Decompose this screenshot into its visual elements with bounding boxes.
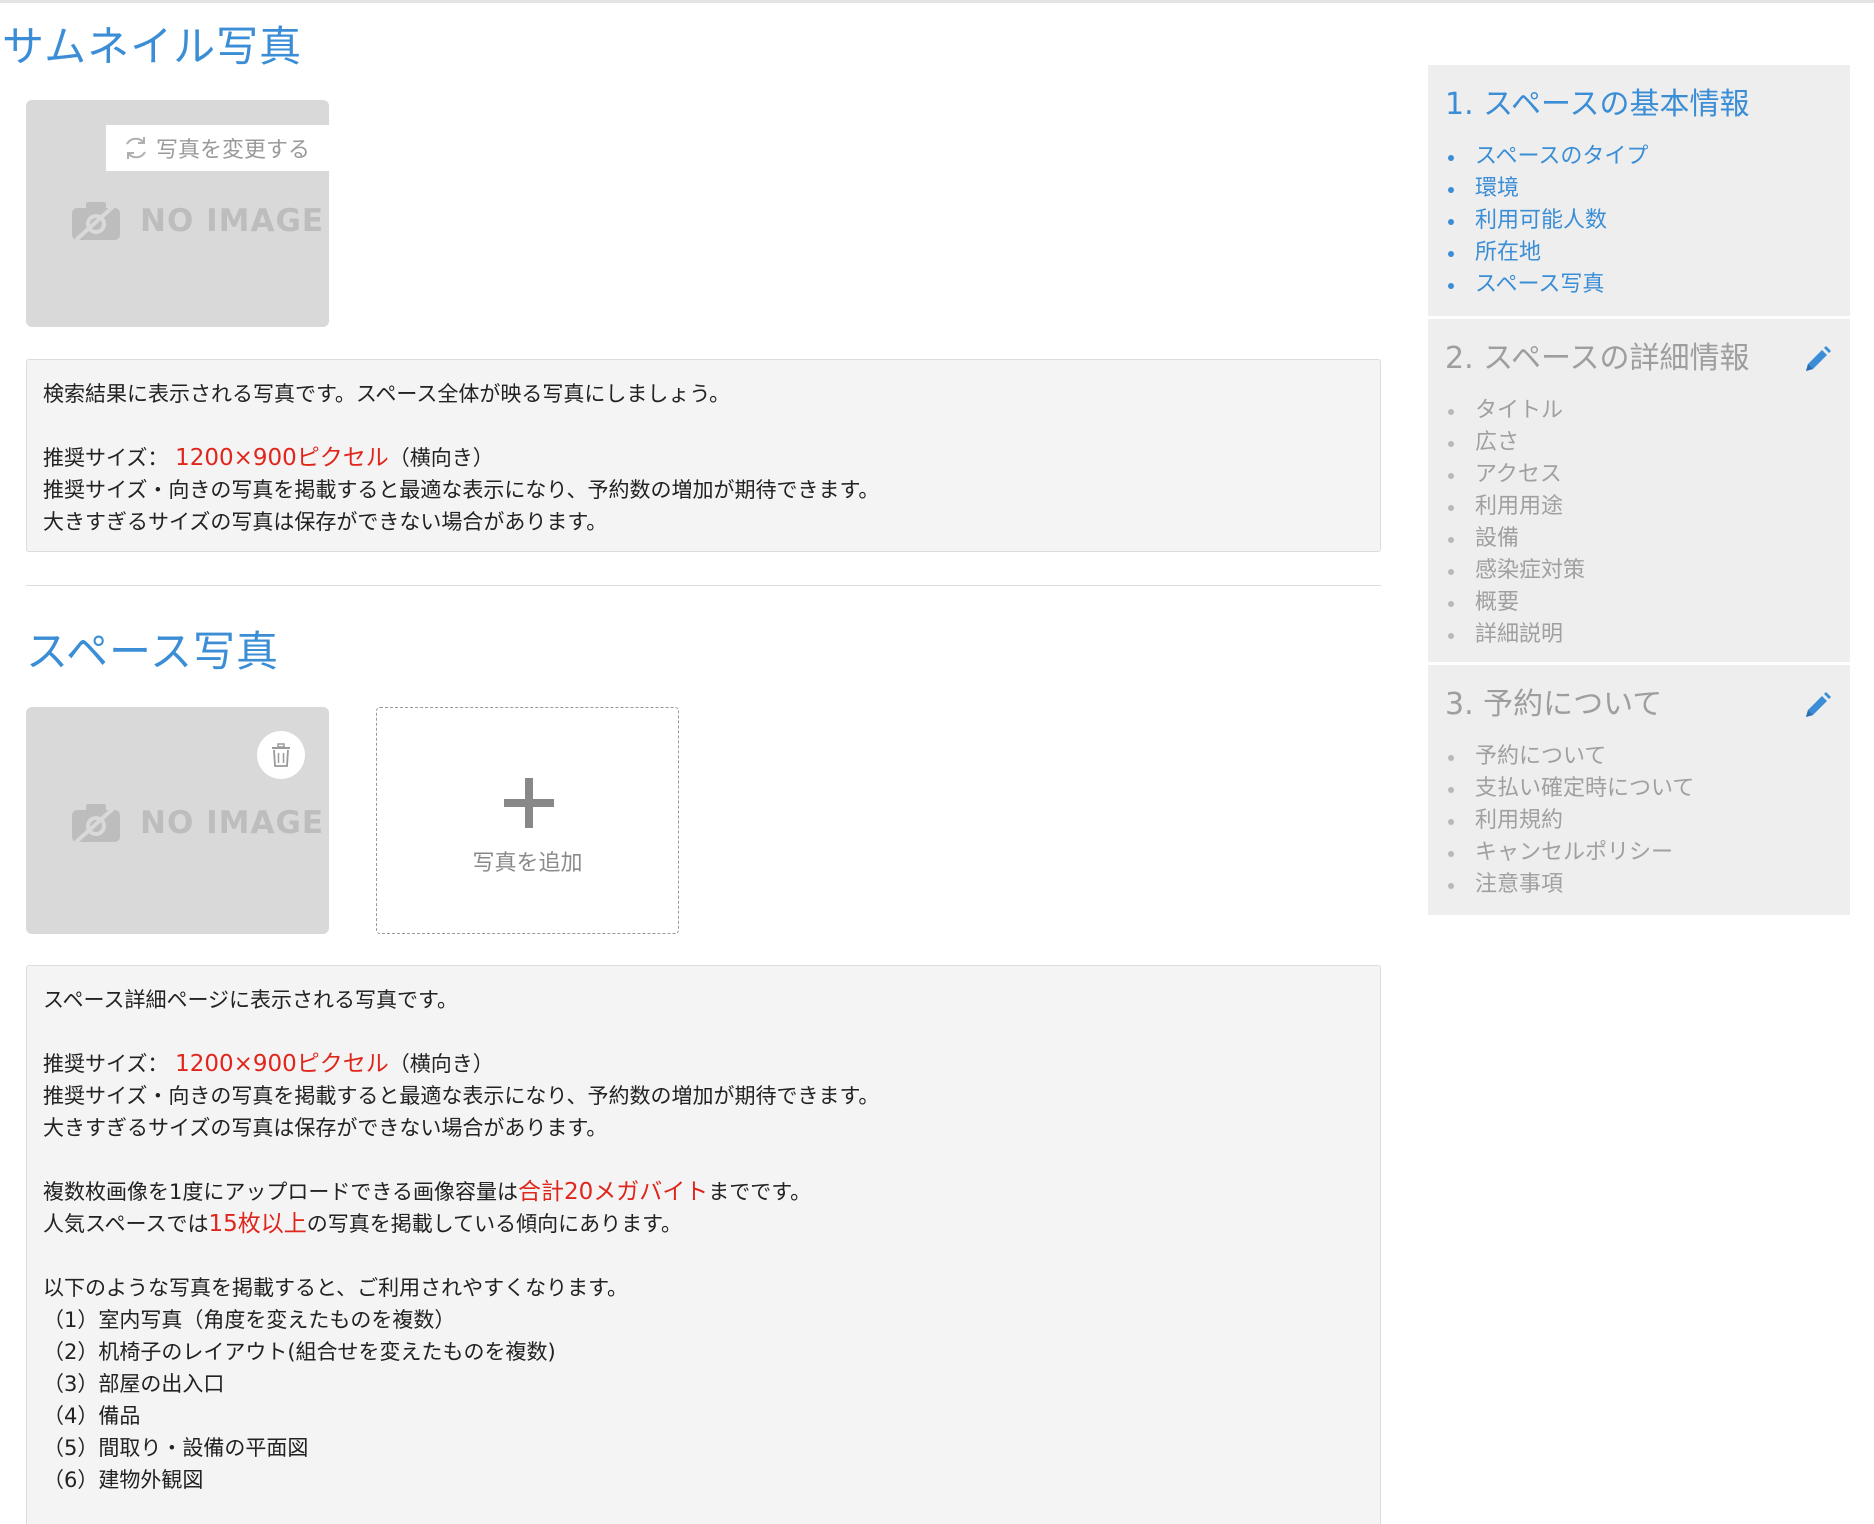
sidebar-item[interactable]: 利用用途 (1445, 491, 1833, 523)
recommended-size-value: 1200×900ピクセル (175, 1051, 389, 1077)
add-photo-button[interactable]: 写真を追加 (376, 707, 679, 934)
sidebar-item[interactable]: スペース写真 (1445, 269, 1833, 301)
space-photo-item: NO IMAGE (26, 707, 329, 934)
change-photo-button[interactable]: 写真を変更する (106, 125, 329, 171)
thumbnail-info-box: 検索結果に表示される写真です。スペース全体が映る写真にしましょう。 推奨サイズ：… (26, 359, 1381, 552)
sidebar-section-booking: 3. 予約について 予約について 支払い確定時について 利用規約 キャンセルポリ… (1428, 665, 1850, 915)
info-text: 大きすぎるサイズの写真は保存ができない場合があります。 (43, 510, 608, 534)
sidebar-item[interactable]: 広さ (1445, 427, 1833, 459)
no-image-placeholder: NO IMAGE (70, 200, 324, 242)
info-text: 推奨サイズ・向きの写真を掲載すると最適な表示になり、予約数の増加が期待できます。 (43, 478, 880, 502)
camera-off-icon (72, 804, 120, 844)
pencil-icon[interactable] (1802, 345, 1832, 375)
list-item: （1）室内写真（角度を変えたものを複数） (43, 1308, 456, 1332)
space-photos-info-box: スペース詳細ページに表示される写真です。 推奨サイズ： 1200×900ピクセル… (26, 965, 1381, 1524)
info-text: 推奨サイズ・向きの写真を掲載すると最適な表示になり、予約数の増加が期待できます。 (43, 1084, 880, 1108)
popular-count-value: 15枚以上 (208, 1211, 307, 1237)
refresh-icon (126, 137, 146, 159)
no-image-placeholder: NO IMAGE (70, 802, 324, 844)
info-text: 以下のような写真を掲載すると、ご利用されやすくなります。 (43, 1276, 629, 1300)
sidebar-item[interactable]: 詳細説明 (1445, 619, 1833, 651)
list-item: （3）部屋の出入口 (43, 1372, 225, 1396)
camera-off-icon (72, 202, 120, 242)
section-divider (26, 585, 1381, 586)
sidebar-item[interactable]: 支払い確定時について (1445, 773, 1833, 805)
info-text: 検索結果に表示される写真です。スペース全体が映る写真にしましょう。 (43, 382, 731, 406)
recommended-size-line: 推奨サイズ： 1200×900ピクセル（横向き） (43, 445, 494, 471)
delete-photo-button[interactable] (257, 731, 305, 779)
page: サムネイル写真 NO IMAGE 写真を変更する 検索結果に表示される写真です。… (0, 0, 1874, 1524)
change-photo-label: 写真を変更する (156, 138, 311, 163)
sidebar-item[interactable]: スペースのタイプ (1445, 141, 1833, 173)
sidebar-item[interactable]: 予約について (1445, 741, 1833, 773)
trash-icon (272, 743, 290, 767)
thumbnail-title: サムネイル写真 (2, 22, 303, 71)
sidebar-item[interactable]: キャンセルポリシー (1445, 837, 1833, 869)
no-image-text: NO IMAGE (140, 805, 325, 841)
list-item: （4）備品 (43, 1404, 141, 1428)
sidebar-item[interactable]: 環境 (1445, 173, 1833, 205)
sidebar-section-details: 2. スペースの詳細情報 タイトル 広さ アクセス 利用用途 設備 感染症対策 … (1428, 319, 1850, 662)
pencil-icon[interactable] (1802, 691, 1832, 721)
sidebar-section-basic: 1. スペースの基本情報 スペースのタイプ 環境 利用可能人数 所在地 スペース… (1428, 65, 1850, 316)
list-item: （5）間取り・設備の平面図 (43, 1436, 309, 1460)
recommended-size-line: 推奨サイズ： 1200×900ピクセル（横向き） (43, 1051, 494, 1077)
recommended-size-value: 1200×900ピクセル (175, 445, 389, 471)
plus-icon (504, 778, 554, 828)
info-text: 大きすぎるサイズの写真は保存ができない場合があります。 (43, 1116, 608, 1140)
add-photo-label: 写真を追加 (472, 851, 583, 876)
sidebar-item[interactable]: 概要 (1445, 587, 1833, 619)
sidebar-item[interactable]: アクセス (1445, 459, 1833, 491)
sidebar-item[interactable]: 設備 (1445, 523, 1833, 555)
sidebar-item[interactable]: 利用規約 (1445, 805, 1833, 837)
sidebar-item[interactable]: 利用可能人数 (1445, 205, 1833, 237)
sidebar-item[interactable]: 感染症対策 (1445, 555, 1833, 587)
popular-count-line: 人気スペースでは15枚以上の写真を掲載している傾向にあります。 (43, 1211, 683, 1237)
list-item: （2）机椅子のレイアウト(組合せを変えたものを複数) (43, 1340, 556, 1364)
sidebar-section-title[interactable]: 1. スペースの基本情報 (1445, 79, 1833, 123)
upload-limit-value: 合計20メガバイト (517, 1179, 709, 1205)
space-photos-title: スペース写真 (26, 627, 279, 676)
list-item: （6）建物外観図 (43, 1468, 204, 1492)
sidebar-item[interactable]: 注意事項 (1445, 869, 1833, 901)
sidebar-section-title[interactable]: 2. スペースの詳細情報 (1445, 333, 1833, 377)
upload-limit-line: 複数枚画像を1度にアップロードできる画像容量は合計20メガバイトまでです。 (43, 1179, 812, 1205)
sidebar-item[interactable]: タイトル (1445, 395, 1833, 427)
sidebar-item[interactable]: 所在地 (1445, 237, 1833, 269)
no-image-text: NO IMAGE (140, 203, 325, 239)
sidebar-section-title[interactable]: 3. 予約について (1445, 679, 1833, 723)
info-text: スペース詳細ページに表示される写真です。 (43, 988, 458, 1012)
thumbnail-image: NO IMAGE 写真を変更する (26, 100, 329, 327)
sidebar-nav: 1. スペースの基本情報 スペースのタイプ 環境 利用可能人数 所在地 スペース… (1428, 65, 1850, 918)
